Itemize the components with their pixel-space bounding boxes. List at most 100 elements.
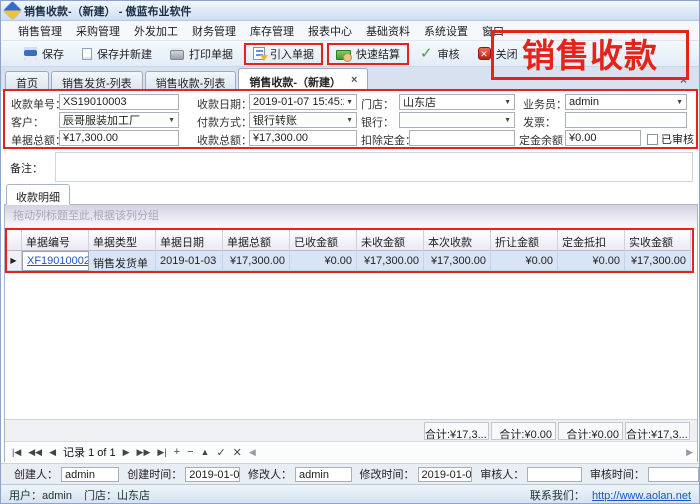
doc-total-field[interactable]: ¥17,300.00	[59, 130, 179, 146]
menu-bar: 销售管理 采购管理 外发加工 财务管理 库存管理 报表中心 基础资料 系统设置 …	[1, 21, 699, 41]
deposit-balance-field[interactable]: ¥0.00	[565, 130, 641, 146]
bank-select[interactable]: ▼	[399, 112, 515, 128]
nav-add-icon[interactable]: +	[174, 446, 180, 458]
title-bar: 销售收款-（新建） - 傲蓝布业软件	[1, 1, 699, 21]
creator-field: admin	[61, 467, 119, 482]
nav-first-icon[interactable]: |◀	[12, 447, 21, 458]
tab-sales-receipt-new[interactable]: 销售收款-（新建） ×	[238, 68, 368, 91]
save-and-new-button[interactable]: 保存并新建	[73, 43, 161, 65]
customer-select[interactable]: 辰哥服装加工厂▼	[59, 112, 179, 128]
tab-sales-delivery-list[interactable]: 销售发货-列表	[51, 71, 143, 91]
receipt-date-field[interactable]: 2019-01-07 15:45:29▼	[249, 94, 357, 110]
total-deposit-offset: 合计:¥0.00	[558, 422, 623, 440]
receipt-date-label: 收款日期：	[197, 96, 252, 112]
document-link[interactable]: XF19010002	[27, 255, 89, 267]
modifier-field: admin	[295, 467, 352, 482]
table-row[interactable]: ▶ XF19010002 销售发货单 2019-01-03 ¥17,300.00…	[6, 251, 691, 271]
tab-receipt-detail[interactable]: 收款明细	[6, 184, 70, 205]
receipt-total-field[interactable]: ¥17,300.00	[249, 130, 357, 146]
remark-textarea[interactable]	[55, 152, 693, 182]
customer-label: 客户：	[11, 114, 44, 130]
dropdown-arrow-icon[interactable]: ▼	[504, 99, 511, 106]
col-actual[interactable]: 实收金额	[625, 230, 691, 251]
save-button[interactable]: 保存	[15, 43, 73, 65]
nav-next-page-icon[interactable]: ▶▶	[137, 447, 151, 458]
menu-system-settings[interactable]: 系统设置	[417, 21, 475, 41]
menu-window[interactable]: 窗口	[475, 21, 511, 41]
nav-edit-icon[interactable]: ▲	[201, 447, 210, 457]
nav-next-icon[interactable]: ▶	[123, 447, 130, 458]
close-button[interactable]: ✕ 关闭	[469, 43, 527, 65]
modifier-label: 修改人：	[248, 466, 292, 482]
app-window: 销售收款-（新建） - 傲蓝布业软件 销售管理 采购管理 外发加工 财务管理 库…	[0, 0, 700, 504]
receipt-no-field[interactable]: XS19010003	[59, 94, 179, 110]
col-this-receipt[interactable]: 本次收款	[424, 230, 491, 251]
cell-unreceived: ¥17,300.00	[357, 251, 424, 271]
nav-cancel-icon[interactable]: ✕	[233, 446, 242, 459]
cell-discount[interactable]: ¥0.00	[491, 251, 558, 271]
menu-reports[interactable]: 报表中心	[301, 21, 359, 41]
menu-sales[interactable]: 销售管理	[11, 21, 69, 41]
print-button[interactable]: 打印单据	[161, 43, 242, 65]
col-unreceived[interactable]: 未收金额	[357, 230, 424, 251]
doc-total-label: 单据总额：	[11, 132, 66, 148]
check-icon: ✓	[420, 48, 433, 59]
col-deposit-offset[interactable]: 定金抵扣	[558, 230, 625, 251]
nav-delete-icon[interactable]: −	[187, 446, 193, 458]
menu-basic-data[interactable]: 基础资料	[359, 21, 417, 41]
invoice-field[interactable]	[565, 112, 687, 128]
tab-close-icon[interactable]: ×	[351, 74, 357, 86]
menu-outsourcing[interactable]: 外发加工	[127, 21, 185, 41]
menu-purchase[interactable]: 采购管理	[69, 21, 127, 41]
detail-grid-panel: 拖动列标题至此,根据该列分组 单据编号 单据类型 单据日期 单据总额 已收金额 …	[4, 204, 698, 462]
auditor-field	[527, 467, 582, 482]
cell-deposit-offset[interactable]: ¥0.00	[558, 251, 625, 271]
col-doc-total[interactable]: 单据总额	[223, 230, 290, 251]
scroll-right-icon[interactable]: ▶	[686, 447, 693, 458]
dropdown-arrow-icon[interactable]: ▼	[504, 117, 511, 124]
store-select[interactable]: 山东店▼	[399, 94, 515, 110]
audited-checkbox[interactable]: 已审核	[647, 131, 694, 147]
nav-last-icon[interactable]: ▶|	[157, 447, 166, 458]
deduct-deposit-label: 扣除定金：	[361, 132, 416, 148]
dropdown-arrow-icon[interactable]: ▼	[676, 99, 683, 106]
tab-home[interactable]: 首页	[5, 71, 49, 91]
salesman-select[interactable]: admin▼	[565, 94, 687, 110]
dropdown-arrow-icon[interactable]: ▼	[168, 117, 175, 124]
deduct-deposit-field[interactable]	[409, 130, 515, 146]
website-link[interactable]: http://www.aolan.net	[592, 490, 691, 502]
record-count-text: 记录 1 of 1	[63, 444, 116, 460]
nav-prev-icon[interactable]: ◀	[49, 447, 56, 458]
nav-prev-page-icon[interactable]: ◀◀	[28, 447, 42, 458]
modify-time-field: 2019-01-07 15	[418, 467, 473, 482]
pay-method-select[interactable]: 银行转账▼	[249, 112, 357, 128]
col-doc-no[interactable]: 单据编号	[22, 230, 89, 251]
menu-inventory[interactable]: 库存管理	[243, 21, 301, 41]
scroll-left-icon[interactable]: ◀	[249, 447, 256, 458]
auditor-label: 审核人：	[480, 466, 524, 482]
audit-button[interactable]: ✓ 审核	[411, 43, 469, 65]
dropdown-arrow-icon[interactable]: ▼	[346, 99, 353, 106]
cell-this-receipt[interactable]: ¥17,300.00	[424, 251, 491, 271]
total-this-receipt: 合计:¥17,3...	[424, 422, 489, 440]
menu-finance[interactable]: 财务管理	[185, 21, 243, 41]
col-discount[interactable]: 折让金额	[491, 230, 558, 251]
cell-doc-date: 2019-01-03	[156, 251, 223, 271]
row-indicator-icon: ▶	[6, 251, 22, 271]
tabstrip-close-icon[interactable]: ×	[680, 73, 687, 87]
dropdown-arrow-icon[interactable]: ▼	[346, 117, 353, 124]
contact-label: 联系我们：	[530, 490, 585, 502]
import-document-button[interactable]: 引入单据	[244, 43, 323, 65]
group-by-panel[interactable]: 拖动列标题至此,根据该列分组	[5, 205, 697, 228]
col-doc-type[interactable]: 单据类型	[89, 230, 156, 251]
quick-settle-button[interactable]: 快速结算	[327, 43, 409, 65]
modify-time-label: 修改时间：	[360, 466, 415, 482]
cell-doc-no: XF19010002	[22, 251, 89, 271]
col-received[interactable]: 已收金额	[290, 230, 357, 251]
nav-post-icon[interactable]: ✓	[216, 446, 225, 459]
col-doc-date[interactable]: 单据日期	[156, 230, 223, 251]
tab-sales-receipt-list[interactable]: 销售收款-列表	[145, 71, 237, 91]
receipt-form: 收款单号： XS19010003 收款日期： 2019-01-07 15:45:…	[3, 89, 698, 149]
cell-doc-total: ¥17,300.00	[223, 251, 290, 271]
cell-actual: ¥17,300.00	[625, 251, 691, 271]
